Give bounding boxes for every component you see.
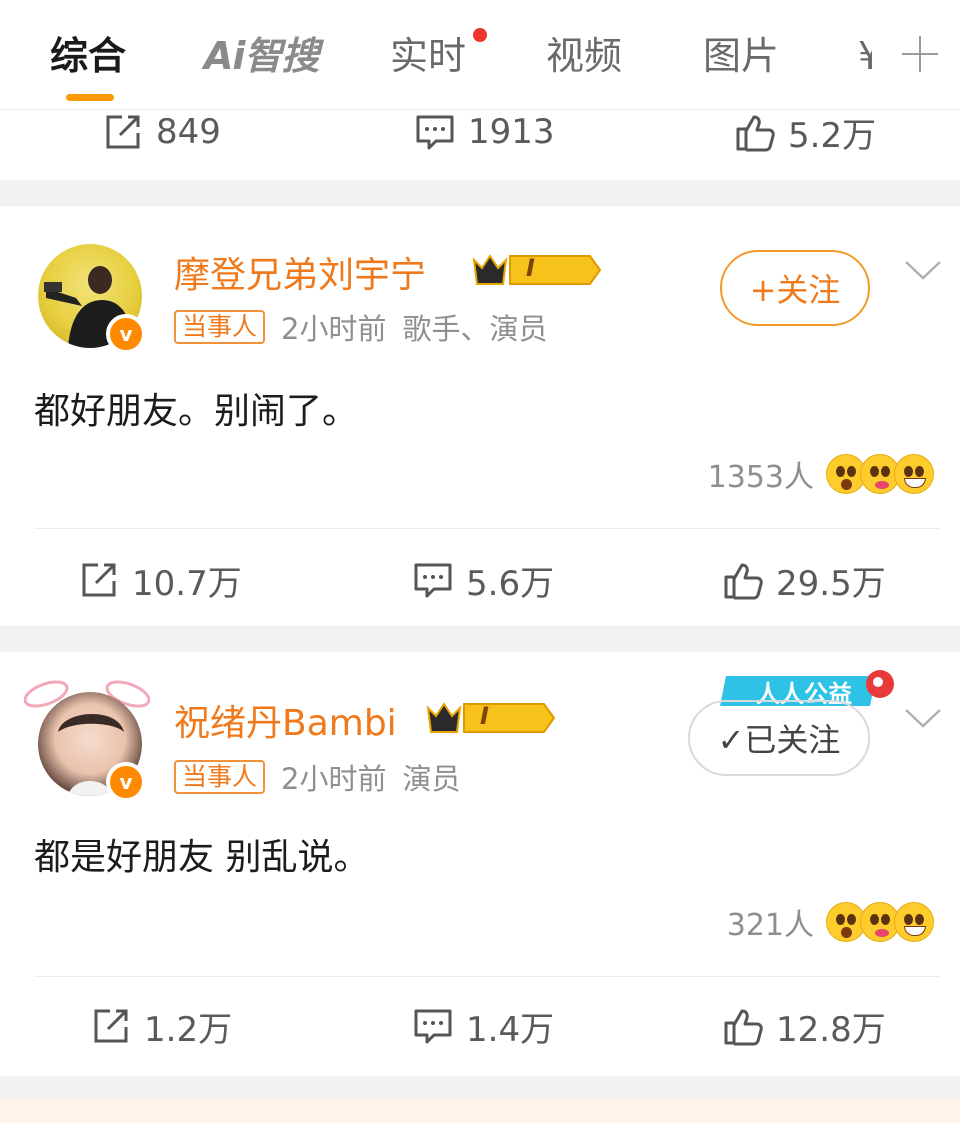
chevron-down-icon[interactable] — [903, 258, 943, 282]
party-tag: 当事人 — [174, 760, 266, 794]
level-badge: I — [526, 254, 535, 282]
comment-button[interactable]: 1.4万 — [412, 978, 554, 1074]
user-role: 歌手、演员 — [402, 312, 548, 346]
notification-dot — [473, 28, 487, 42]
like-button[interactable]: 29.5万 — [722, 532, 886, 628]
avatar[interactable]: v — [38, 692, 146, 802]
repost-icon — [82, 563, 116, 597]
post-card: v 摩登兄弟刘宇宁 I 当事人 2小时前 歌手、演员 +关注 都好朋友。别闹了。… — [0, 206, 960, 626]
comment-button[interactable]: 5.6万 — [412, 532, 554, 628]
chevron-down-icon[interactable] — [903, 706, 943, 730]
feed-separator — [0, 626, 960, 652]
repost-count: 10.7万 — [132, 563, 242, 604]
comment-icon — [416, 115, 454, 150]
like-count: 5.2万 — [788, 115, 877, 156]
user-role: 演员 — [402, 762, 461, 796]
verified-badge: v — [106, 762, 146, 802]
post-actions: 10.7万 5.6万 29.5万 — [0, 532, 960, 628]
post-text: 都好朋友。别闹了。 — [34, 391, 359, 432]
reaction-count: 321人 — [726, 908, 814, 943]
following-button[interactable]: ✓已关注 — [688, 700, 870, 776]
repost-button[interactable]: 10.7万 — [78, 532, 242, 628]
comment-icon — [414, 563, 452, 598]
post-actions: 1.2万 1.4万 12.8万 — [0, 978, 960, 1074]
comment-icon — [414, 1009, 452, 1044]
post-meta: 当事人 2小时前 歌手、演员 — [174, 306, 547, 348]
feed-separator — [0, 180, 960, 206]
comment-count: 1.4万 — [466, 1009, 555, 1050]
reaction-count: 1353人 — [707, 460, 814, 495]
username[interactable]: 祝绪丹Bambi — [174, 694, 397, 746]
like-button[interactable]: 5.2万 — [734, 84, 876, 180]
repost-icon — [94, 1009, 128, 1043]
repost-count: 849 — [156, 112, 221, 152]
username[interactable]: 摩登兄弟刘宇宁 — [174, 246, 426, 298]
follow-button[interactable]: +关注 — [720, 250, 870, 326]
divider — [34, 976, 940, 977]
repost-button[interactable]: 849 — [102, 84, 221, 180]
comment-count: 5.6万 — [466, 563, 555, 604]
post-text: 都是好朋友 别乱说。 — [34, 837, 370, 878]
comment-count: 1913 — [468, 112, 555, 152]
reactions-summary[interactable]: 1353人 — [708, 452, 934, 496]
member-crown-icon — [472, 254, 602, 285]
tab-images[interactable]: 图片 — [703, 30, 779, 82]
tab-realtime[interactable]: 实时 — [390, 30, 466, 82]
grin-emoji-icon — [894, 902, 934, 942]
tab-comprehensive[interactable]: 综合 — [50, 30, 126, 82]
post-time: 2小时前 — [281, 762, 387, 796]
prev-post-actions: 849 1913 5.2万 — [0, 84, 960, 180]
thumbs-up-icon — [724, 563, 763, 600]
level-badge: I — [480, 702, 489, 730]
plus-icon[interactable] — [900, 34, 940, 74]
comment-button[interactable]: 1913 — [414, 84, 555, 180]
member-crown-icon — [426, 702, 556, 733]
thumbs-up-icon — [724, 1009, 763, 1046]
repost-count: 1.2万 — [144, 1009, 233, 1050]
avatar[interactable]: v — [38, 244, 146, 354]
tab-video[interactable]: 视频 — [546, 30, 622, 82]
verified-badge: v — [106, 314, 146, 354]
feed-separator — [0, 1076, 960, 1098]
repost-button[interactable]: 1.2万 — [90, 978, 232, 1074]
grin-emoji-icon — [894, 454, 934, 494]
like-button[interactable]: 12.8万 — [722, 978, 886, 1074]
repost-icon — [106, 115, 140, 149]
thumbs-up-icon — [736, 115, 775, 152]
post-meta: 当事人 2小时前 演员 — [174, 756, 460, 798]
tab-ai-search[interactable]: Ai智搜 — [204, 30, 319, 82]
party-tag: 当事人 — [174, 310, 266, 344]
post-card: v 祝绪丹Bambi I 当事人 2小时前 演员 人人公益 ✓已关注 都是好朋友… — [0, 652, 960, 1076]
tab-truncated[interactable]: ¥ — [858, 30, 872, 82]
post-time: 2小时前 — [281, 312, 387, 346]
divider — [34, 528, 940, 529]
like-count: 12.8万 — [776, 1009, 886, 1050]
next-card-edge — [0, 1098, 960, 1123]
like-count: 29.5万 — [776, 563, 886, 604]
reactions-summary[interactable]: 321人 — [727, 900, 934, 944]
